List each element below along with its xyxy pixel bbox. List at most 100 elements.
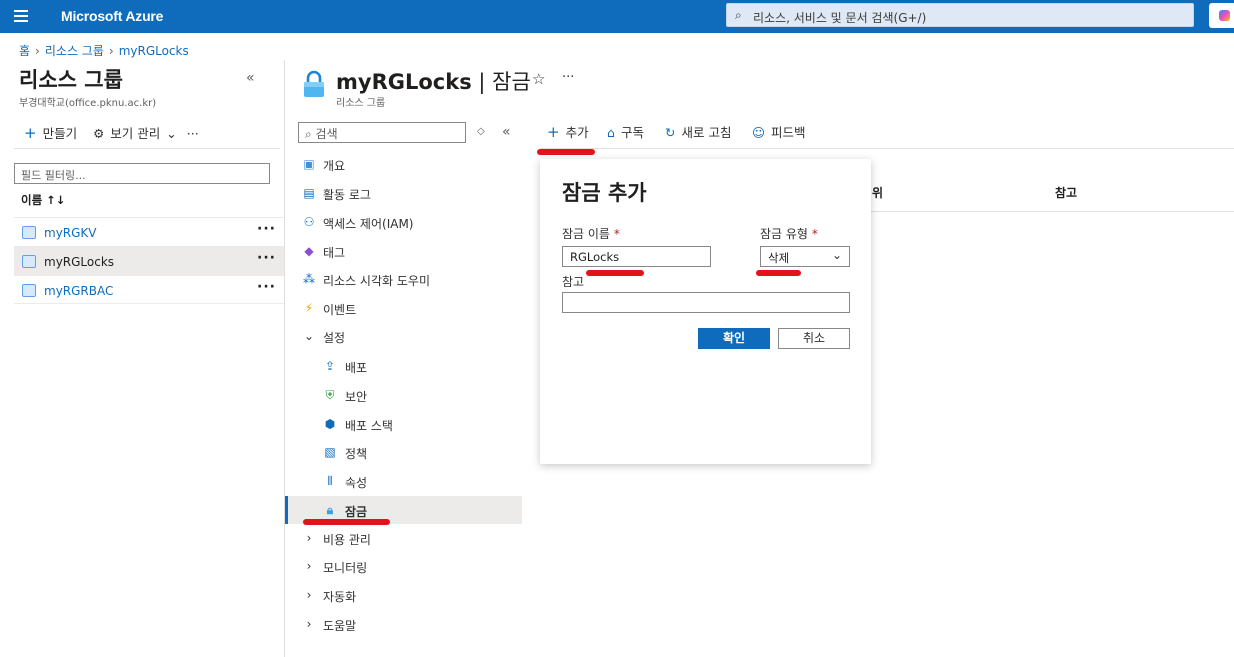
menu-group-settings[interactable]: ⌄ 설정 [285,322,522,350]
more-options-icon[interactable]: ··· [257,221,276,237]
resource-group-link[interactable]: myRGKV [44,226,97,240]
ok-button[interactable]: 확인 [698,328,770,349]
search-icon: ⌕ [305,127,316,141]
divider [14,148,280,149]
lightning-icon: ⚡ [304,301,314,315]
shield-icon: ⛨ [325,388,335,402]
collapse-left-panel-icon[interactable]: « [246,70,255,86]
breadcrumb-resource-groups[interactable]: 리소스 그룹 [45,44,104,58]
search-icon: ⌕ [735,8,742,22]
global-search-input[interactable]: ⌕ 리소스, 서비스 및 문서 검색(G+/) [726,3,1194,27]
activity-log-icon: ▤ [303,186,315,200]
breadcrumb-home[interactable]: 홈 [19,44,30,58]
menu-item-label: 배포 스택 [345,419,393,433]
field-filter-input[interactable]: 필드 필터링... [14,163,270,184]
plus-icon: + [24,124,37,142]
menu-group-monitoring[interactable]: › 모니터링 [285,552,522,580]
lock-name-input[interactable]: RGLocks [562,246,711,267]
left-toolbar: + 만들기 ⚙ 보기 관리 ⌄ ··· [24,123,205,142]
policy-icon: ▧ [324,445,336,459]
divider [870,211,1234,212]
list-item[interactable]: myRGLocks ··· [14,246,284,275]
feedback-icon: ☺ [752,125,766,140]
cancel-button[interactable]: 취소 [778,328,850,349]
menu-item-deployment-stacks[interactable]: ⬢ 배포 스택 [285,410,522,438]
more-options-icon[interactable]: ··· [257,279,276,295]
more-options-icon[interactable]: ··· [257,250,276,266]
menu-item-resource-visualizer[interactable]: ⁂ 리소스 시각화 도우미 [285,265,522,293]
menu-item-tags[interactable]: ◆ 태그 [285,237,522,265]
feedback-button[interactable]: ☺ 피드백 [752,122,806,141]
required-mark: * [613,227,620,241]
chevron-right-icon: › [306,588,312,602]
lock-type-select[interactable]: 삭제 ⌄ [760,246,850,267]
create-button[interactable]: 만들기 [43,126,78,141]
add-label: 추가 [565,125,589,140]
top-bar: Microsoft Azure ⌕ 리소스, 서비스 및 문서 검색(G+/) [0,0,1234,33]
refresh-button[interactable]: ↻ 새로 고침 [665,122,731,141]
hamburger-menu-icon[interactable] [14,10,28,22]
chevron-right-icon: › [108,44,114,58]
resource-group-link[interactable]: myRGRBAC [44,284,113,298]
menu-group-cost-management[interactable]: › 비용 관리 [285,524,522,552]
divider [540,148,1234,149]
manage-view-button[interactable]: 보기 관리 [110,126,160,141]
menu-item-label: 리소스 시각화 도우미 [323,274,430,288]
refresh-icon: ↻ [665,125,676,140]
notes-input[interactable] [562,292,850,313]
menu-group-help[interactable]: › 도움말 [285,610,522,638]
tag-icon: ◆ [304,244,314,258]
add-lock-button[interactable]: + 추가 [547,122,589,141]
menu-group-automation[interactable]: › 자동화 [285,581,522,609]
chevron-right-icon: › [306,617,312,631]
menu-search-input[interactable]: ⌕ 검색 [298,122,466,143]
menu-item-label: 태그 [323,246,346,260]
chevron-down-icon[interactable]: ⌄ [166,126,176,141]
lock-icon: ⌂ [607,125,615,140]
resource-group-icon [22,284,36,297]
copilot-icon [1219,10,1230,21]
more-options-icon[interactable]: ··· [562,70,574,85]
annotation-underline [303,519,390,525]
menu-item-iam[interactable]: ⚇ 액세스 제어(IAM) [285,208,522,236]
menu-item-label: 잠금 [345,505,368,519]
menu-item-label: 설정 [323,331,346,345]
menu-item-label: 모니터링 [323,561,368,575]
menu-item-label: 도움말 [323,619,357,633]
annotation-underline [537,149,595,155]
subscription-button[interactable]: ⌂ 구독 [607,122,644,141]
menu-item-deployments[interactable]: ⇪ 배포 [285,352,522,380]
copilot-button[interactable] [1209,3,1234,28]
plus-icon: + [547,123,560,141]
favorite-star-icon[interactable]: ☆ [532,70,545,88]
resource-group-link[interactable]: myRGLocks [44,255,114,269]
chevron-right-icon: › [35,44,40,58]
list-item[interactable]: myRGKV ··· [14,217,284,246]
menu-item-label: 보안 [345,390,368,404]
menu-item-policies[interactable]: ▧ 정책 [285,438,522,466]
page-title: myRGLocks | 잠금 [336,66,531,96]
resource-type: 리소스 그룹 [336,98,386,109]
list-item[interactable]: myRGRBAC ··· [14,275,284,304]
lock-icon: 🔒︎ [326,503,334,517]
cube-icon: ⬢ [324,417,336,431]
collapse-menu-icon[interactable]: « [502,124,511,140]
menu-item-activity-log[interactable]: ▤ 활동 로그 [285,179,522,207]
menu-item-label: 자동화 [323,590,357,604]
menu-item-label: 속성 [345,476,368,490]
more-options-icon[interactable]: ··· [187,126,199,141]
scope-column-header: 위 [872,186,884,200]
menu-item-properties[interactable]: ⦀ 속성 [285,467,522,495]
menu-item-overview[interactable]: ▣ 개요 [285,150,522,178]
breadcrumb: 홈 › 리소스 그룹 › myRGLocks [19,42,189,59]
portal-brand[interactable]: Microsoft Azure [61,8,163,24]
name-column-header[interactable]: 이름 ↑↓ [21,192,65,208]
feedback-label: 피드백 [771,125,806,140]
menu-item-events[interactable]: ⚡ 이벤트 [285,294,522,322]
lock-name-label-text: 잠금 이름 [562,227,610,241]
add-lock-dialog: 잠금 추가 잠금 이름 * RGLocks 잠금 유형 * 삭제 ⌄ 참고 확인 … [540,159,871,464]
menu-item-security[interactable]: ⛨ 보안 [285,381,522,409]
breadcrumb-current[interactable]: myRGLocks [119,44,189,58]
menu-options-icon[interactable]: ◇ [477,126,485,137]
title-separator: | [471,70,493,94]
